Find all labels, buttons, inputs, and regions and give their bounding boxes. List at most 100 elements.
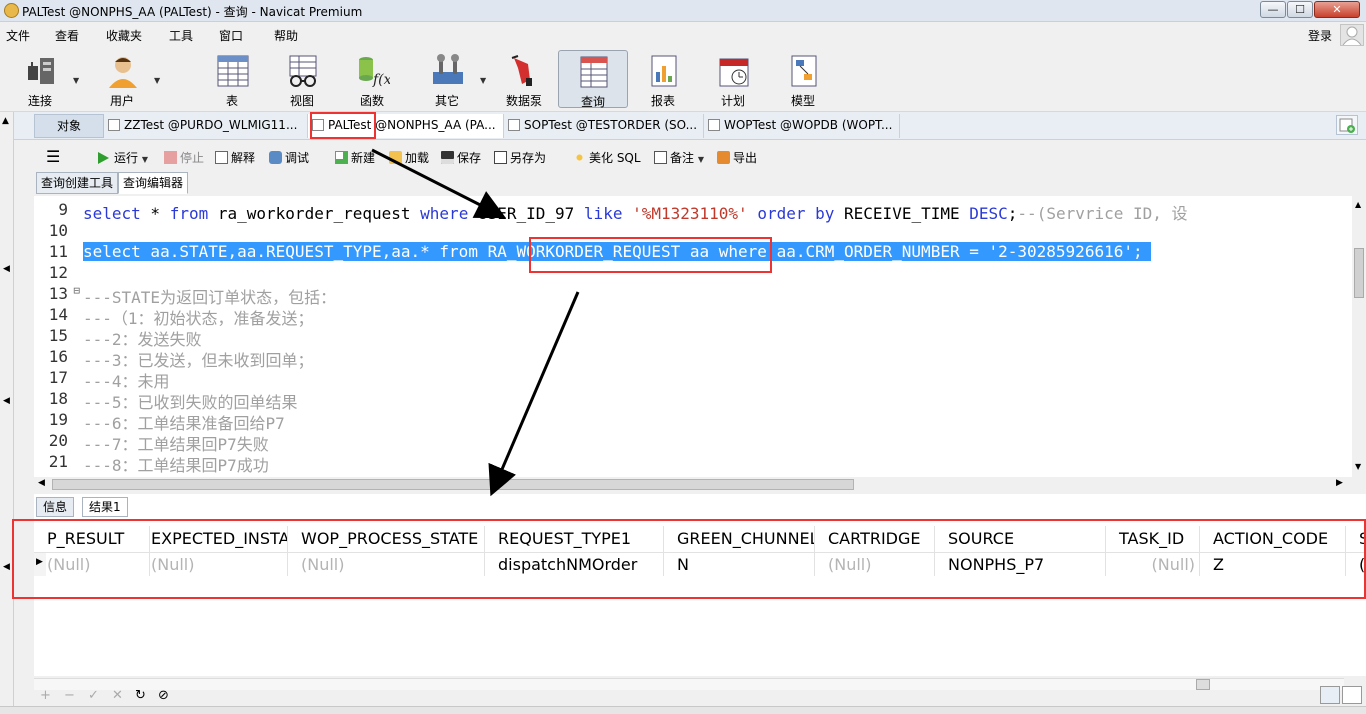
login-link[interactable]: 登录 <box>1308 27 1332 44</box>
run-dropdown-icon[interactable]: ▼ <box>142 155 148 164</box>
minimize-button[interactable]: — <box>1260 1 1286 18</box>
collapse-left-icon[interactable]: ◀ <box>3 264 10 274</box>
load-button[interactable]: 加载 <box>389 149 429 166</box>
save-button[interactable]: 保存 <box>441 149 481 166</box>
editor-vertical-scrollbar[interactable]: ▲ ▼ <box>1352 196 1366 477</box>
cancel-button[interactable]: ✕ <box>112 688 123 703</box>
annotation-box-paltest <box>310 112 376 139</box>
refresh-button[interactable]: ↻ <box>135 688 146 703</box>
export-button[interactable]: 导出 <box>717 149 757 166</box>
query-file-icon <box>508 119 520 131</box>
scroll-left-icon[interactable]: ◀ <box>38 478 45 488</box>
note-button[interactable]: 备注 ▼ <box>654 149 704 166</box>
save-icon <box>441 151 454 164</box>
scroll-right-icon[interactable]: ▶ <box>1336 478 1343 488</box>
user-button[interactable]: 用户 <box>88 50 156 108</box>
view-label: 视图 <box>289 94 314 108</box>
line-number: 11 <box>48 242 68 261</box>
apply-button[interactable]: ✓ <box>88 688 99 703</box>
report-label: 报表 <box>650 94 675 108</box>
explain-button[interactable]: 解释 <box>215 149 255 166</box>
code-line[interactable]: ---8：工单结果回P7成功 <box>83 452 269 476</box>
other-button[interactable]: 其它 <box>413 50 481 108</box>
run-label: 运行 <box>114 151 139 165</box>
menu-favorites[interactable]: 收藏夹 <box>106 27 142 44</box>
stop-button[interactable]: 停止 <box>164 149 204 166</box>
fuel-nozzle-icon <box>511 55 532 86</box>
line-number: 19 <box>48 410 68 429</box>
table-icon <box>217 55 249 87</box>
editor-hscroll-thumb[interactable] <box>52 479 854 490</box>
editor-horizontal-scrollbar[interactable]: ◀ ▶ <box>34 477 1352 492</box>
new-button[interactable]: 新建 <box>335 149 375 166</box>
splitter-left-icon[interactable]: ◀ <box>3 396 10 406</box>
scroll-down-icon[interactable]: ▼ <box>1355 462 1361 471</box>
tab-soptest[interactable]: SOPTest @TESTORDER (SO... <box>504 114 704 138</box>
table-button[interactable]: 表 <box>198 50 266 108</box>
fold-toggle-icon[interactable]: ⊟ <box>70 284 80 297</box>
tab-query-editor[interactable]: 查询编辑器 <box>118 172 189 194</box>
tab-query-builder[interactable]: 查询创建工具 <box>36 172 119 194</box>
query-button[interactable]: 查询 <box>558 50 628 109</box>
model-label: 模型 <box>790 94 815 108</box>
editor-vscroll-thumb[interactable] <box>1354 248 1364 298</box>
connect-button[interactable]: 连接 <box>6 50 74 108</box>
svg-text:f(x): f(x) <box>372 72 390 88</box>
user-dropdown-icon[interactable]: ▼ <box>154 76 160 85</box>
menu-tools[interactable]: 工具 <box>169 27 193 44</box>
save-as-button[interactable]: 另存为 <box>494 149 546 166</box>
scroll-up-icon[interactable]: ▲ <box>1355 200 1361 209</box>
tab-woptest-label: WOPTest @WOPDB (WOPT... <box>724 118 893 132</box>
user-avatar-icon[interactable] <box>1340 24 1364 46</box>
grid-hscroll-thumb[interactable] <box>1196 679 1210 690</box>
debug-button[interactable]: 调试 <box>269 149 309 166</box>
tab-info[interactable]: 信息 <box>36 497 75 517</box>
annotation-box-grid <box>12 519 1366 599</box>
maximize-button[interactable]: ☐ <box>1287 1 1313 18</box>
menu-view[interactable]: 查看 <box>55 27 79 44</box>
code-line[interactable]: select * from ra_workorder_request where… <box>83 200 1188 224</box>
collapse-up-icon[interactable]: ▲ <box>2 116 9 126</box>
status-bar <box>0 706 1366 714</box>
beautify-sql-button[interactable]: 美化 SQL <box>573 149 641 166</box>
stop-label: 停止 <box>180 151 205 165</box>
form-view-icon[interactable] <box>1342 686 1362 704</box>
menu-window[interactable]: 窗口 <box>219 27 243 44</box>
data-pump-button[interactable]: 数据泵 <box>490 50 558 108</box>
hamburger-menu-icon[interactable]: ☰ <box>46 147 60 166</box>
data-pump-label: 数据泵 <box>505 94 542 108</box>
connect-dropdown-icon[interactable]: ▼ <box>73 76 79 85</box>
tab-objects[interactable]: 对象 <box>34 114 104 138</box>
line-number: 13 <box>48 284 68 303</box>
grid-hscroll[interactable] <box>34 678 1344 690</box>
window-title: PALTest @NONPHS_AA (PALTest) - 查询 - Navi… <box>22 5 363 19</box>
save-as-label: 另存为 <box>510 151 547 165</box>
left-collapse-bar[interactable]: ▲ ◀ ◀ ◀ <box>0 112 14 706</box>
stop-refresh-button[interactable]: ⊘ <box>158 688 169 703</box>
function-label: 函数 <box>359 94 384 108</box>
splitter-left-icon-2[interactable]: ◀ <box>3 562 10 572</box>
tab-woptest[interactable]: WOPTest @WOPDB (WOPT... <box>704 114 900 138</box>
new-tab-button[interactable] <box>1336 115 1358 135</box>
view-button[interactable]: 视图 <box>268 50 336 108</box>
add-record-button[interactable]: + <box>40 688 51 703</box>
schedule-label: 计划 <box>720 94 745 108</box>
run-button[interactable]: 运行 ▼ <box>98 149 148 166</box>
other-dropdown-icon[interactable]: ▼ <box>480 76 486 85</box>
schedule-button[interactable]: 计划 <box>699 50 767 108</box>
tab-zztest[interactable]: ZZTest @PURDO_WLMIG11... <box>104 114 308 138</box>
note-dropdown-icon[interactable]: ▼ <box>698 155 704 164</box>
model-button[interactable]: 模型 <box>769 50 837 108</box>
tab-result1[interactable]: 结果1 <box>82 497 128 517</box>
new-file-icon <box>335 151 348 164</box>
menu-file[interactable]: 文件 <box>6 27 30 44</box>
report-button[interactable]: 报表 <box>629 50 697 108</box>
line-number: 17 <box>48 368 68 387</box>
note-icon <box>654 151 667 164</box>
close-button[interactable]: ✕ <box>1314 1 1360 18</box>
grid-view-icon[interactable] <box>1320 686 1340 704</box>
menu-help[interactable]: 帮助 <box>274 27 298 44</box>
function-button[interactable]: f(x) 函数 <box>338 50 406 108</box>
delete-record-button[interactable]: − <box>64 688 75 703</box>
connect-label: 连接 <box>27 94 52 108</box>
